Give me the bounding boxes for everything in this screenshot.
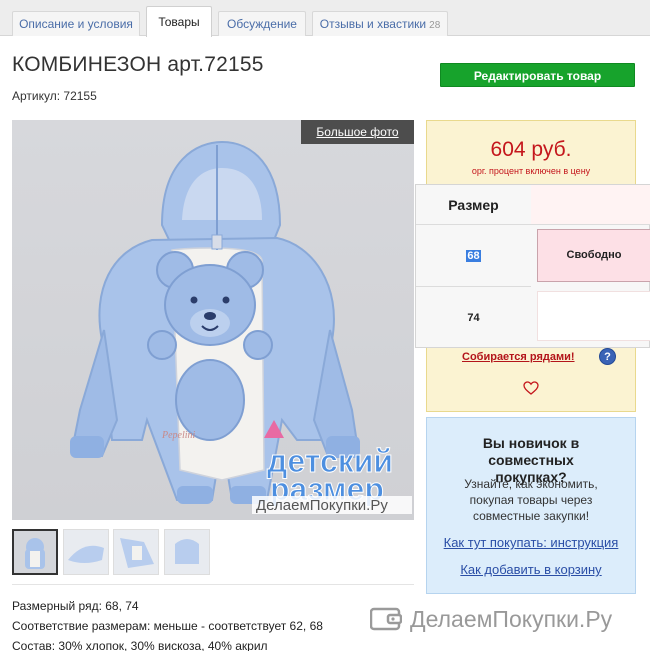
thumbnail[interactable] xyxy=(113,529,159,575)
size-cell[interactable]: 68 xyxy=(416,225,531,287)
rows-link[interactable]: Собирается рядами! xyxy=(462,351,575,363)
size-range: Размерный ряд: 68, 74 xyxy=(12,599,139,613)
tab-label: Отзывы и хвастики xyxy=(319,17,427,31)
tab-reviews[interactable]: Отзывы и хвастики 28 xyxy=(312,11,448,36)
size-table: Размер 68 Свободно 74 xyxy=(415,184,650,348)
size-cell[interactable]: 74 xyxy=(416,287,531,349)
photo-watermark-site: ДелаемПокупки.Ру xyxy=(256,497,388,514)
brand-embroidery: Pepelini xyxy=(161,430,196,441)
how-to-add-to-cart-link[interactable]: Как добавить в корзину xyxy=(427,562,635,577)
tab-products[interactable]: Товары xyxy=(146,6,212,37)
newbie-text: Узнайте, как экономить, покупая товары ч… xyxy=(464,477,598,523)
size-status-empty[interactable] xyxy=(537,291,650,341)
big-photo-button[interactable]: Большое фото xyxy=(301,120,414,144)
price-note: орг. процент включен в цену xyxy=(471,166,591,176)
product-specs: Размерный ряд: 68, 74 Соответствие разме… xyxy=(12,596,323,651)
tab-bar: Описание и условия Товары Обсуждение Отз… xyxy=(0,0,650,37)
watermark-text: ДелаемПокупки.Ру xyxy=(410,606,613,632)
status-column-header xyxy=(531,185,650,225)
newbie-info-box: Вы новичок в совместных покупках? Узнайт… xyxy=(426,417,636,594)
tab-count-badge: 28 xyxy=(429,20,441,31)
tab-label: Обсуждение xyxy=(227,17,297,31)
heart-icon[interactable] xyxy=(523,380,539,396)
divider xyxy=(12,584,414,585)
help-icon[interactable]: ? xyxy=(599,348,616,365)
tab-discussion[interactable]: Обсуждение xyxy=(218,11,306,36)
size-status-free[interactable]: Свободно xyxy=(537,229,650,282)
size-column-header: Размер xyxy=(416,185,531,225)
tab-description[interactable]: Описание и условия xyxy=(12,11,140,36)
product-photo[interactable]: Pepelini детский размер ДелаемПокупки.Ру… xyxy=(12,120,414,520)
thumbnail[interactable] xyxy=(63,529,109,575)
thumbnail[interactable] xyxy=(164,529,210,575)
composition: Состав: 30% хлопок, 30% вискоза, 40% акр… xyxy=(12,639,268,651)
thumbnail[interactable] xyxy=(12,529,58,575)
page-title: КОМБИНЕЗОН арт.72155 xyxy=(12,53,264,76)
article-number: Артикул: 72155 xyxy=(12,89,97,103)
size-fit: Соответствие размерам: меньше - соответс… xyxy=(12,619,323,633)
how-to-buy-link[interactable]: Как тут покупать: инструкция xyxy=(427,535,635,550)
wallet-icon xyxy=(370,607,402,631)
tab-label: Описание и условия xyxy=(19,17,133,31)
tab-label: Товары xyxy=(158,15,200,29)
edit-product-button[interactable]: Редактировать товар xyxy=(440,63,635,87)
price: 604 руб. xyxy=(490,138,572,161)
jumpsuit-illustration: Pepelini детский размер ДелаемПокупки.Ру xyxy=(70,140,412,514)
